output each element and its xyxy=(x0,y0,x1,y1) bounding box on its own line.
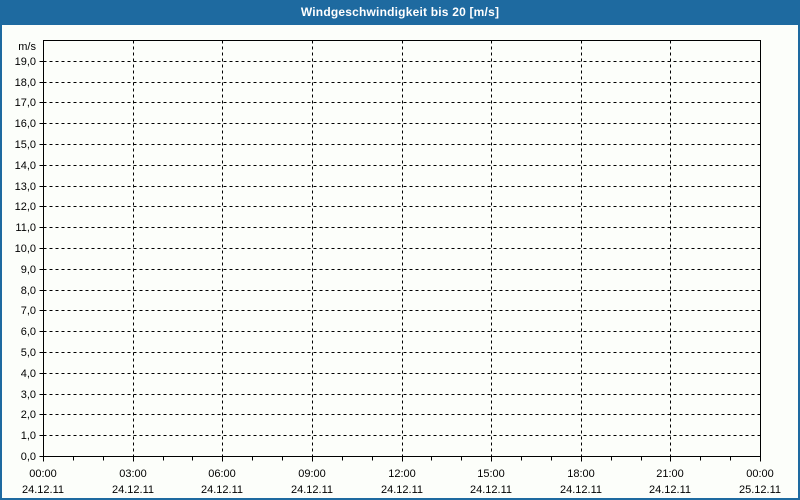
chart-window: Windgeschwindigkeit bis 20 [m/s] 0,0 1,0 2… xyxy=(0,0,800,500)
y-tick-label: 10,0 xyxy=(15,243,36,255)
y-tick-label: 5,0 xyxy=(21,347,36,359)
x-tick-date-label: 24.12.11 xyxy=(649,484,691,496)
y-tick-label: 1,0 xyxy=(21,430,36,442)
y-tick-label: 19,0 xyxy=(15,56,36,68)
y-tick-label: 12,0 xyxy=(15,201,36,213)
x-tick-time-label: 00:00 xyxy=(29,468,57,480)
y-axis-unit-label: m/s xyxy=(18,41,36,53)
x-tick-time-label: 09:00 xyxy=(298,468,326,480)
y-tick-label: 16,0 xyxy=(15,118,36,130)
x-tick-time-label: 12:00 xyxy=(388,468,416,480)
y-tick-label: 8,0 xyxy=(21,285,36,297)
y-tick-label: 17,0 xyxy=(15,97,36,109)
x-tick-date-label: 24.12.11 xyxy=(291,484,333,496)
x-tick-date-label: 24.12.11 xyxy=(560,484,602,496)
y-tick-label: 9,0 xyxy=(21,264,36,276)
x-tick-date-label: 24.12.11 xyxy=(470,484,512,496)
x-tick-time-label: 21:00 xyxy=(656,468,684,480)
x-tick-time-label: 03:00 xyxy=(119,468,147,480)
y-tick-label: 14,0 xyxy=(15,160,36,172)
y-tick-label: 7,0 xyxy=(21,305,36,317)
y-tick-label: 4,0 xyxy=(21,368,36,380)
y-tick-label: 6,0 xyxy=(21,326,36,338)
y-tick-label: 3,0 xyxy=(21,389,36,401)
y-tick-label: 18,0 xyxy=(15,77,36,89)
x-tick-date-label: 25.12.11 xyxy=(739,484,781,496)
chart-area: 0,0 1,0 2,0 3,0 4,0 5,0 6,0 7,0 8,0 9,0 10,0 11,0 12… xyxy=(2,25,798,498)
x-tick-date-label: 24.12.11 xyxy=(22,484,64,496)
y-tick-label: 11,0 xyxy=(15,222,36,234)
x-tick-date-label: 24.12.11 xyxy=(381,484,423,496)
x-tick-time-label: 00:00 xyxy=(746,468,774,480)
x-tick-time-label: 15:00 xyxy=(477,468,505,480)
chart-title: Windgeschwindigkeit bis 20 [m/s] xyxy=(300,5,500,19)
chart-title-bar: Windgeschwindigkeit bis 20 [m/s] xyxy=(2,0,798,25)
x-tick-date-label: 24.12.11 xyxy=(201,484,243,496)
y-tick-label: 13,0 xyxy=(15,181,36,193)
chart-plot: 0,0 1,0 2,0 3,0 4,0 5,0 6,0 7,0 8,0 9,0 10,0 11,0 12… xyxy=(15,40,781,496)
y-tick-label: 15,0 xyxy=(15,139,36,151)
y-tick-label: 0,0 xyxy=(21,451,36,463)
x-tick-time-label: 18:00 xyxy=(567,468,595,480)
x-tick-time-label: 06:00 xyxy=(208,468,236,480)
x-tick-date-label: 24.12.11 xyxy=(112,484,154,496)
y-tick-label: 2,0 xyxy=(21,409,36,421)
